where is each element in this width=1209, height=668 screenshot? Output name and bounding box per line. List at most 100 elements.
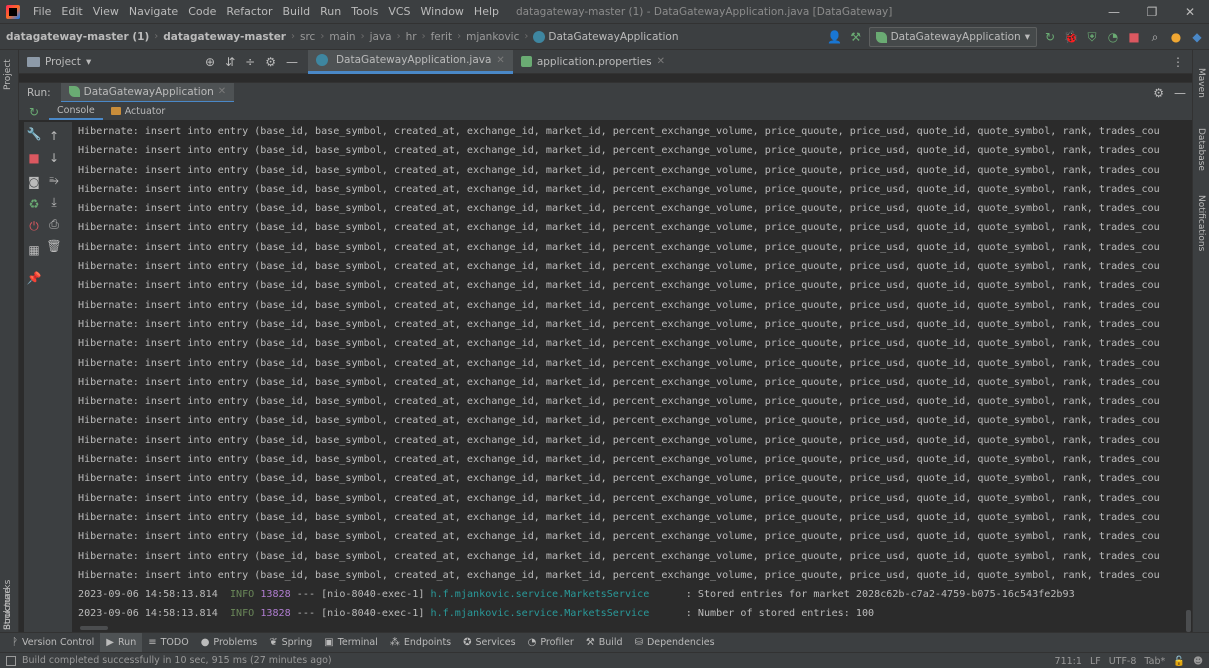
breadcrumb-src[interactable]: src <box>300 31 315 43</box>
jetbrains-icon[interactable]: ◆ <box>1189 29 1205 45</box>
tool-terminal[interactable]: ▣ Terminal <box>318 633 384 653</box>
menu-vcs[interactable]: VCS <box>383 0 415 24</box>
gear-icon[interactable]: ⚙ <box>1153 86 1164 100</box>
breadcrumb-project[interactable]: datagateway-master (1) <box>6 31 149 43</box>
tool-build[interactable]: ⚒ Build <box>580 633 629 653</box>
close-icon[interactable]: ✕ <box>657 56 665 67</box>
breadcrumb-mjankovic[interactable]: mjankovic <box>466 31 519 43</box>
menu-tools[interactable]: Tools <box>346 0 383 24</box>
stripe-project[interactable]: Project <box>3 59 13 90</box>
build-hammer-icon[interactable]: ⚒ <box>848 29 864 45</box>
vertical-scrollbar[interactable] <box>1186 610 1191 632</box>
restore-layout-icon[interactable]: ♻ <box>26 196 42 212</box>
run-tab-datagatewayapplication[interactable]: DataGatewayApplication ✕ <box>60 82 235 103</box>
horizontal-scrollbar[interactable] <box>80 626 108 630</box>
arrow-up-icon[interactable]: ↑ <box>46 128 62 144</box>
menu-file[interactable]: File <box>28 0 56 24</box>
menu-run[interactable]: Run <box>315 0 346 24</box>
stripe-maven[interactable]: Maven <box>1196 68 1206 98</box>
caret-position[interactable]: 711:1 <box>1055 656 1082 667</box>
camera-icon[interactable]: ◙ <box>26 174 42 190</box>
tab-console[interactable]: Console <box>49 102 103 120</box>
user-icon[interactable]: 👤 <box>827 29 843 45</box>
status-bar: Build completed successfully in 10 sec, … <box>0 652 1209 668</box>
menu-view[interactable]: View <box>88 0 124 24</box>
tool-dependencies[interactable]: ⛁ Dependencies <box>629 633 721 653</box>
stripe-structure[interactable]: Structure <box>3 588 13 630</box>
line-separator[interactable]: LF <box>1090 656 1101 667</box>
tool-services[interactable]: ✪ Services <box>457 633 521 653</box>
file-encoding[interactable]: UTF-8 <box>1109 656 1137 667</box>
arrow-down-icon[interactable]: ↓ <box>46 150 62 166</box>
log-logger: h.f.mjankovic.service.MarketsService <box>430 589 650 601</box>
tool-todo[interactable]: ≡ TODO <box>142 633 194 653</box>
breadcrumb-class[interactable]: DataGatewayApplication <box>548 31 678 43</box>
tab-application-properties[interactable]: application.properties ✕ <box>513 50 673 74</box>
exit-icon[interactable]: ⏻ <box>26 218 42 234</box>
close-icon[interactable]: ✕ <box>496 55 504 66</box>
stripe-notifications[interactable]: Notifications <box>1196 195 1206 251</box>
menu-navigate[interactable]: Navigate <box>124 0 183 24</box>
hibernate-insert-line: Hibernate: insert into entry (base_id, b… <box>78 261 1160 273</box>
tool-problems[interactable]: ● Problems <box>195 633 264 653</box>
tool-version-control[interactable]: ᚹ Version Control <box>6 633 100 653</box>
hide-icon[interactable]: — <box>286 55 298 69</box>
coverage-icon[interactable]: ⛨ <box>1084 29 1100 45</box>
more-tabs-icon[interactable]: ⋮ <box>1172 55 1184 69</box>
menu-build[interactable]: Build <box>278 0 316 24</box>
layout-toggle-icon[interactable] <box>6 655 16 666</box>
expand-all-icon[interactable]: ⇵ <box>225 55 235 69</box>
breadcrumb-ferit[interactable]: ferit <box>431 31 453 43</box>
menu-help[interactable]: Help <box>469 0 504 24</box>
menu-edit[interactable]: Edit <box>56 0 87 24</box>
menu-refactor[interactable]: Refactor <box>221 0 277 24</box>
close-icon[interactable]: ✕ <box>218 86 226 97</box>
search-icon[interactable]: ⌕ <box>1147 29 1163 45</box>
trash-icon[interactable]: 🗑 <box>46 238 62 254</box>
chevron-right-icon: › <box>396 31 401 42</box>
hibernate-insert-line: Hibernate: insert into entry (base_id, b… <box>78 454 1160 466</box>
minimize-button[interactable]: — <box>1095 0 1133 24</box>
stop-icon[interactable]: ■ <box>1126 29 1142 45</box>
close-window-button[interactable]: ✕ <box>1171 0 1209 24</box>
profiler-icon: ◔ <box>527 637 537 648</box>
debug-icon[interactable]: 🐞 <box>1063 29 1079 45</box>
tool-spring[interactable]: ❦ Spring <box>263 633 318 653</box>
maximize-button[interactable]: ❐ <box>1133 0 1171 24</box>
tool-endpoints[interactable]: ⁂ Endpoints <box>384 633 457 653</box>
hibernate-insert-line: Hibernate: insert into entry (base_id, b… <box>78 357 1160 369</box>
tab-datagatewayapplication-java[interactable]: DataGatewayApplication.java ✕ <box>307 49 513 74</box>
rerun-icon[interactable]: ↻ <box>26 104 42 120</box>
soft-wrap-icon[interactable]: ⥱ <box>46 172 62 188</box>
indent-setting[interactable]: Tab* <box>1144 656 1165 667</box>
menu-window[interactable]: Window <box>416 0 469 24</box>
breadcrumb-main[interactable]: main <box>329 31 355 43</box>
tab-actuator[interactable]: Actuator <box>103 102 174 120</box>
layout-icon[interactable]: ▦ <box>26 242 42 258</box>
update-icon[interactable]: ● <box>1168 29 1184 45</box>
collapse-all-icon[interactable]: ÷ <box>245 55 255 69</box>
project-view-selector[interactable]: Project ▾ <box>19 56 129 68</box>
pin-icon[interactable]: 📌 <box>26 270 42 286</box>
profiler-icon[interactable]: ◔ <box>1105 29 1121 45</box>
wrench-icon[interactable]: 🔧 <box>26 126 42 142</box>
print-icon[interactable]: ⎙ <box>46 216 62 232</box>
locate-icon[interactable]: ⊕ <box>205 55 215 69</box>
rerun-icon[interactable]: ↻ <box>1042 29 1058 45</box>
run-configuration-select[interactable]: DataGatewayApplication ▾ <box>868 27 1037 47</box>
gear-icon[interactable]: ⚙ <box>265 55 276 69</box>
scroll-to-end-icon[interactable]: ⤓ <box>46 194 62 210</box>
tool-run[interactable]: ▶ Run <box>100 632 143 653</box>
tool-label: Spring <box>281 637 313 648</box>
breadcrumb-hr[interactable]: hr <box>406 31 417 43</box>
breadcrumb-module[interactable]: datagateway-master <box>163 31 286 43</box>
menu-code[interactable]: Code <box>183 0 221 24</box>
inspection-icon[interactable]: ☻ <box>1193 656 1203 667</box>
breadcrumb-java[interactable]: java <box>370 31 392 43</box>
console-output[interactable]: Hibernate: insert into entry (base_id, b… <box>72 122 1192 632</box>
stop-icon[interactable]: ■ <box>26 150 42 166</box>
tool-profiler[interactable]: ◔ Profiler <box>522 633 580 653</box>
hide-icon[interactable]: — <box>1174 86 1186 100</box>
stripe-database[interactable]: Database <box>1196 128 1206 171</box>
lock-icon[interactable]: 🔓 <box>1173 656 1185 667</box>
